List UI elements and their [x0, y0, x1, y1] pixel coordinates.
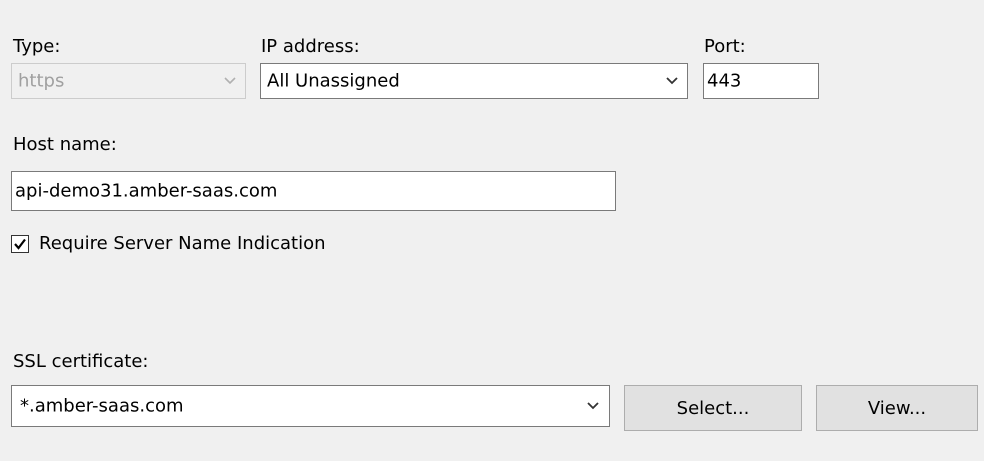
port-label: Port: — [704, 36, 746, 57]
type-select: https — [11, 63, 246, 99]
chevron-down-icon[interactable] — [664, 73, 680, 89]
sni-checkbox[interactable] — [11, 235, 29, 253]
ssl-certificate-select-value: *.amber-saas.com — [20, 395, 184, 417]
ip-address-label: IP address: — [261, 36, 360, 57]
ssl-certificate-select[interactable]: *.amber-saas.com — [11, 385, 610, 427]
host-name-label: Host name: — [13, 134, 117, 155]
chevron-down-icon — [224, 77, 236, 85]
chevron-down-icon[interactable] — [585, 398, 601, 414]
sni-label[interactable]: Require Server Name Indication — [39, 233, 326, 255]
host-name-input-value: api-demo31.amber-saas.com — [15, 180, 278, 202]
checkmark-icon — [14, 238, 26, 250]
port-input[interactable]: 443 — [703, 63, 819, 99]
type-label: Type: — [13, 36, 61, 57]
port-input-value: 443 — [707, 70, 742, 92]
ssl-certificate-label: SSL certificate: — [13, 351, 149, 372]
ip-address-select[interactable]: All Unassigned — [260, 63, 688, 99]
view-button[interactable]: View... — [816, 385, 978, 431]
ip-address-select-value: All Unassigned — [267, 70, 400, 92]
type-select-value: https — [18, 70, 65, 92]
select-button[interactable]: Select... — [624, 385, 802, 431]
host-name-input[interactable]: api-demo31.amber-saas.com — [11, 171, 616, 211]
